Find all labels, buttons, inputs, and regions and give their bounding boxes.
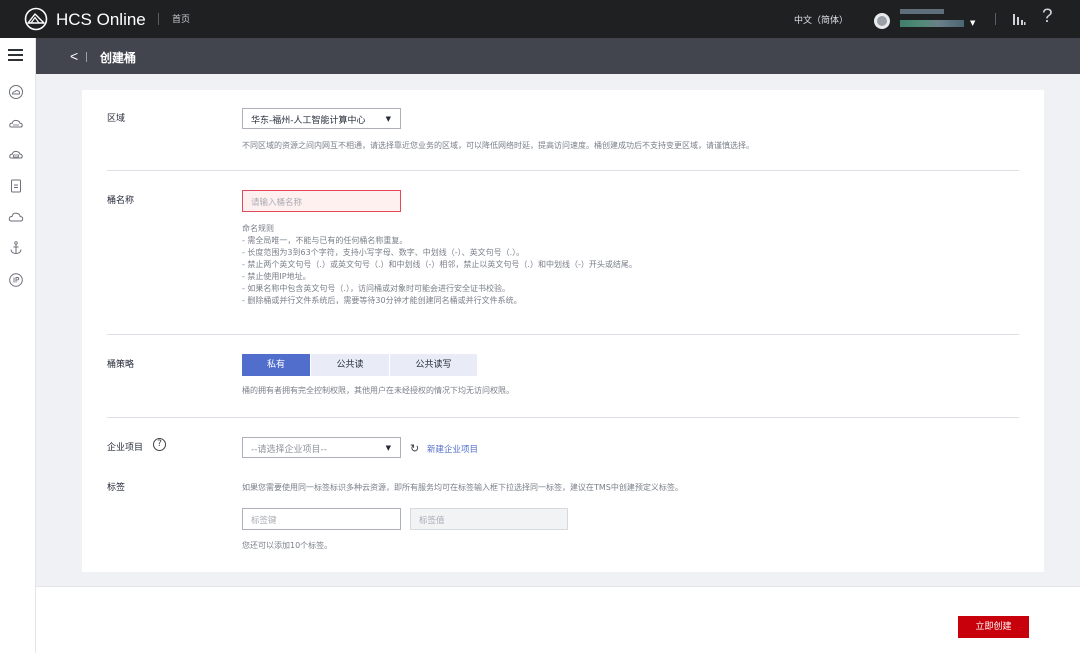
refresh-icon[interactable]: ↻ [410, 442, 419, 455]
bucket-name-input[interactable]: 请输入桶名称 [242, 190, 401, 212]
help-icon[interactable]: ? [1042, 6, 1053, 28]
enterprise-project-value: --请选择企业项目-- [251, 445, 327, 455]
tags-remaining: 您还可以添加10个标签。 [242, 541, 333, 550]
bucket-name-label: 桶名称 [107, 196, 135, 206]
header-divider [995, 13, 996, 25]
avatar[interactable] [874, 13, 890, 29]
tag-value-placeholder: 标签值 [419, 516, 445, 526]
naming-rule-title: 命名规则 [242, 224, 274, 233]
footer-divider [36, 586, 1080, 587]
top-bar: HCS Online 首页 中文（简体） ▼ ? [0, 0, 1080, 38]
header-divider [158, 13, 159, 25]
resources-bars-icon[interactable] [1012, 12, 1026, 26]
chevron-down-icon: ▼ [385, 444, 391, 452]
new-enterprise-project-link[interactable]: 新建企业项目 [427, 443, 478, 455]
enterprise-project-select[interactable]: --请选择企业项目-- ▼ [242, 437, 401, 458]
naming-rule: - 删除桶或并行文件系统后，需要等待30分钟才能创建同名桶或并行文件系统。 [242, 296, 522, 305]
policy-label: 桶策略 [107, 360, 135, 370]
tags-label: 标签 [107, 483, 126, 493]
chevron-down-icon: ▼ [385, 115, 391, 123]
tag-key-input[interactable]: 标签键 [242, 508, 401, 530]
sidebar [0, 38, 36, 653]
ip-icon[interactable] [8, 272, 24, 288]
naming-rule: - 如果名称中包含英文句号（.），访问桶或对象时可能会进行安全证书校验。 [242, 284, 510, 293]
cloud-outline-icon[interactable] [8, 209, 24, 225]
title-bar: < 创建桶 [36, 38, 1080, 74]
form-card [82, 90, 1044, 572]
brand-name[interactable]: HCS Online [56, 10, 146, 30]
back-icon[interactable]: < [70, 48, 78, 64]
help-circle-icon[interactable]: ? [153, 438, 166, 451]
tag-key-placeholder: 标签键 [251, 516, 277, 526]
language-selector[interactable]: 中文（简体） [794, 13, 848, 26]
region-label: 区域 [107, 114, 126, 124]
document-icon[interactable] [8, 178, 24, 194]
menu-icon[interactable] [8, 49, 23, 61]
naming-rule: - 需全局唯一，不能与已有的任何桶名称重复。 [242, 236, 408, 245]
divider [107, 417, 1019, 418]
divider [107, 170, 1019, 171]
naming-rule: - 禁止使用IP地址。 [242, 272, 311, 281]
policy-private-button[interactable]: 私有 [242, 354, 310, 376]
region-value: 华东-福州-人工智能计算中心 [251, 116, 366, 126]
username-redacted[interactable] [900, 9, 944, 14]
naming-rule: - 长度范围为3到63个字符，支持小写字母、数字、中划线（-）、英文句号（.）。 [242, 248, 525, 257]
region-select[interactable]: 华东-福州-人工智能计算中心 ▼ [242, 108, 401, 129]
create-now-button[interactable]: 立即创建 [958, 616, 1029, 638]
enterprise-project-label: 企业项目 [107, 443, 144, 453]
bucket-name-placeholder: 请输入桶名称 [251, 198, 303, 208]
account-redacted[interactable] [900, 20, 964, 27]
home-link[interactable]: 首页 [172, 12, 190, 25]
hcs-logo-icon[interactable] [24, 7, 48, 31]
naming-rule: - 禁止两个英文句号（.）或英文句号（.）和中划线（-）相邻，禁止以英文句号（.… [242, 260, 637, 269]
tag-value-input: 标签值 [410, 508, 568, 530]
divider [107, 334, 1019, 335]
region-hint: 不同区域的资源之间内网互不相通，请选择靠近您业务的区域，可以降低网络时延，提高访… [242, 141, 754, 150]
policy-hint: 桶的拥有者拥有完全控制权限，其他用户在未经授权的情况下均无访问权限。 [242, 386, 514, 395]
policy-public-read-write-button[interactable]: 公共读写 [390, 354, 477, 376]
page-title: 创建桶 [100, 51, 137, 65]
cloud-icon[interactable] [8, 84, 24, 100]
policy-public-read-button[interactable]: 公共读 [311, 354, 389, 376]
tags-hint: 如果您需要使用同一标签标识多种云资源，即所有服务均可在标签输入框下拉选择同一标签… [242, 483, 683, 492]
cloud-database-icon[interactable] [8, 147, 24, 163]
anchor-icon[interactable] [8, 240, 24, 256]
title-divider [86, 52, 87, 62]
account-caret-icon[interactable]: ▼ [970, 19, 975, 27]
cloud-dots-icon[interactable] [8, 116, 24, 132]
